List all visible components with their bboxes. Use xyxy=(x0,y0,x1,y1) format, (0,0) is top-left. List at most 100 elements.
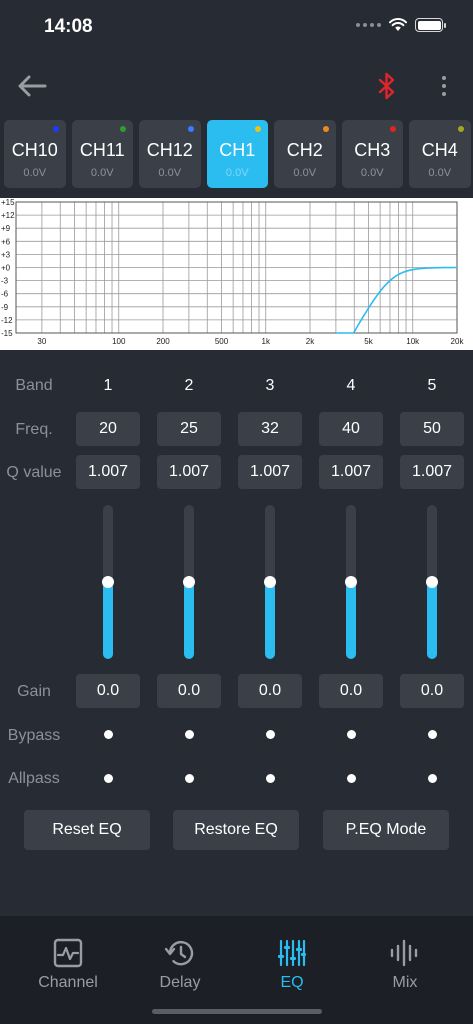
peq-mode-button[interactable]: P.EQ Mode xyxy=(323,810,449,850)
graph-y-label: -15 xyxy=(1,329,13,338)
q-value-field[interactable]: 1.007 xyxy=(157,455,221,489)
bluetooth-icon xyxy=(378,72,395,100)
bypass-row-label: Bypass xyxy=(7,727,61,744)
gain-slider-knob[interactable] xyxy=(264,576,276,588)
bypass-toggle[interactable] xyxy=(265,730,275,739)
q-value-field[interactable]: 1.007 xyxy=(400,455,464,489)
channel-button[interactable]: CH3 0.0V xyxy=(341,120,403,188)
gain-slider-fill xyxy=(427,582,437,659)
gain-field[interactable]: 0.0 xyxy=(76,674,140,708)
graph-y-label: +12 xyxy=(1,211,15,220)
tab-channel[interactable]: Channel xyxy=(18,938,118,998)
gain-field[interactable]: 0.0 xyxy=(400,674,464,708)
channel-button[interactable]: CH1 0.0V xyxy=(206,120,268,188)
tab-mix[interactable]: Mix xyxy=(355,938,455,998)
graph-y-label: -9 xyxy=(1,303,9,312)
channel-voltage: 0.0V xyxy=(225,167,249,179)
tab-label: Delay xyxy=(159,974,201,991)
channel-name: CH2 xyxy=(286,140,323,160)
band-number: 4 xyxy=(346,377,356,394)
gain-field[interactable]: 0.0 xyxy=(157,674,221,708)
more-dot-icon xyxy=(442,84,446,88)
allpass-toggle[interactable] xyxy=(427,774,437,783)
reset-eq-button[interactable]: Reset EQ xyxy=(24,810,150,850)
freq-field[interactable]: 40 xyxy=(319,412,383,446)
more-dot-icon xyxy=(442,92,446,96)
graph-y-label: +0 xyxy=(1,264,11,273)
delay-icon xyxy=(164,940,194,966)
q-value-field[interactable]: 1.007 xyxy=(238,455,302,489)
graph-x-label: 200 xyxy=(156,337,170,346)
more-options-button[interactable] xyxy=(432,72,456,100)
channel-voltage: 0.0V xyxy=(158,167,182,179)
channel-color-dot xyxy=(322,126,329,132)
bypass-toggle[interactable] xyxy=(184,730,194,739)
band-number: 3 xyxy=(265,377,275,394)
bypass-toggle[interactable] xyxy=(346,730,356,739)
channel-color-dot xyxy=(457,126,464,132)
bypass-toggle[interactable] xyxy=(427,730,437,739)
bluetooth-button[interactable] xyxy=(374,70,400,102)
freq-field[interactable]: 32 xyxy=(238,412,302,446)
gain-slider-knob[interactable] xyxy=(102,576,114,588)
gain-slider-fill xyxy=(346,582,356,659)
channel-color-dot xyxy=(187,126,194,132)
channel-button[interactable]: CH12 0.0V xyxy=(139,120,201,188)
gain-slider[interactable] xyxy=(345,505,357,659)
allpass-toggle[interactable] xyxy=(103,774,113,783)
battery-icon xyxy=(415,18,446,32)
freq-field[interactable]: 20 xyxy=(76,412,140,446)
restore-eq-button[interactable]: Restore EQ xyxy=(173,810,299,850)
freq-field[interactable]: 25 xyxy=(157,412,221,446)
channel-icon xyxy=(53,938,83,968)
tab-eq[interactable]: EQ xyxy=(242,938,342,998)
eq-response-graph[interactable]: +15 +12 +9 +6 +3 +0 -3 -6 -9 -12 -15 30 100 200 500 1k 2… xyxy=(0,198,473,350)
gain-slider-knob[interactable] xyxy=(426,576,438,588)
allpass-toggle[interactable] xyxy=(184,774,194,783)
graph-y-label: +15 xyxy=(1,198,15,207)
graph-y-label: -12 xyxy=(1,316,13,325)
band-row-label: Band xyxy=(15,377,53,394)
gain-slider[interactable] xyxy=(183,505,195,659)
graph-y-label: +6 xyxy=(1,237,11,246)
gain-slider-knob[interactable] xyxy=(183,576,195,588)
wifi-icon xyxy=(389,18,407,31)
channel-button[interactable]: CH10 0.0V xyxy=(4,120,66,188)
q-value-field[interactable]: 1.007 xyxy=(76,455,140,489)
q-value-field[interactable]: 1.007 xyxy=(319,455,383,489)
back-button[interactable] xyxy=(16,72,48,100)
gain-field[interactable]: 0.0 xyxy=(319,674,383,708)
status-icons xyxy=(356,18,446,32)
tab-label: EQ xyxy=(280,974,304,991)
allpass-toggle[interactable] xyxy=(346,774,356,783)
freq-row-label: Freq. xyxy=(15,421,53,438)
freq-field[interactable]: 50 xyxy=(400,412,464,446)
gain-field[interactable]: 0.0 xyxy=(238,674,302,708)
channel-name: CH3 xyxy=(354,140,391,160)
channel-button[interactable]: CH4 0.0V xyxy=(409,120,471,188)
tab-label: Mix xyxy=(392,974,418,991)
channel-selector: CH10 0.0V CH11 0.0V CH12 0.0V CH1 0.0V CH2 0.… xyxy=(4,120,473,188)
tab-delay[interactable]: Delay xyxy=(130,938,230,998)
bypass-toggle[interactable] xyxy=(103,730,113,739)
channel-button[interactable]: CH11 0.0V xyxy=(71,120,133,188)
status-time: 14:08 xyxy=(44,16,93,37)
gain-slider[interactable] xyxy=(264,505,276,659)
more-dot-icon xyxy=(442,76,446,80)
gain-slider[interactable] xyxy=(102,505,114,659)
graph-y-label: +9 xyxy=(1,224,11,233)
gain-slider-fill xyxy=(265,582,275,659)
channel-color-dot xyxy=(255,126,261,132)
mix-icon xyxy=(390,939,418,967)
graph-background xyxy=(0,198,473,350)
channel-color-dot xyxy=(52,126,59,132)
graph-x-label: 5k xyxy=(364,337,373,346)
allpass-toggle[interactable] xyxy=(265,774,275,783)
gain-slider-knob[interactable] xyxy=(345,576,357,588)
graph-y-label: -3 xyxy=(1,277,9,286)
gain-slider[interactable] xyxy=(426,505,438,659)
graph-x-label: 1k xyxy=(262,337,271,346)
graph-x-label: 30 xyxy=(37,337,46,346)
channel-button[interactable]: CH2 0.0V xyxy=(274,120,336,188)
back-arrow-icon xyxy=(18,75,47,97)
